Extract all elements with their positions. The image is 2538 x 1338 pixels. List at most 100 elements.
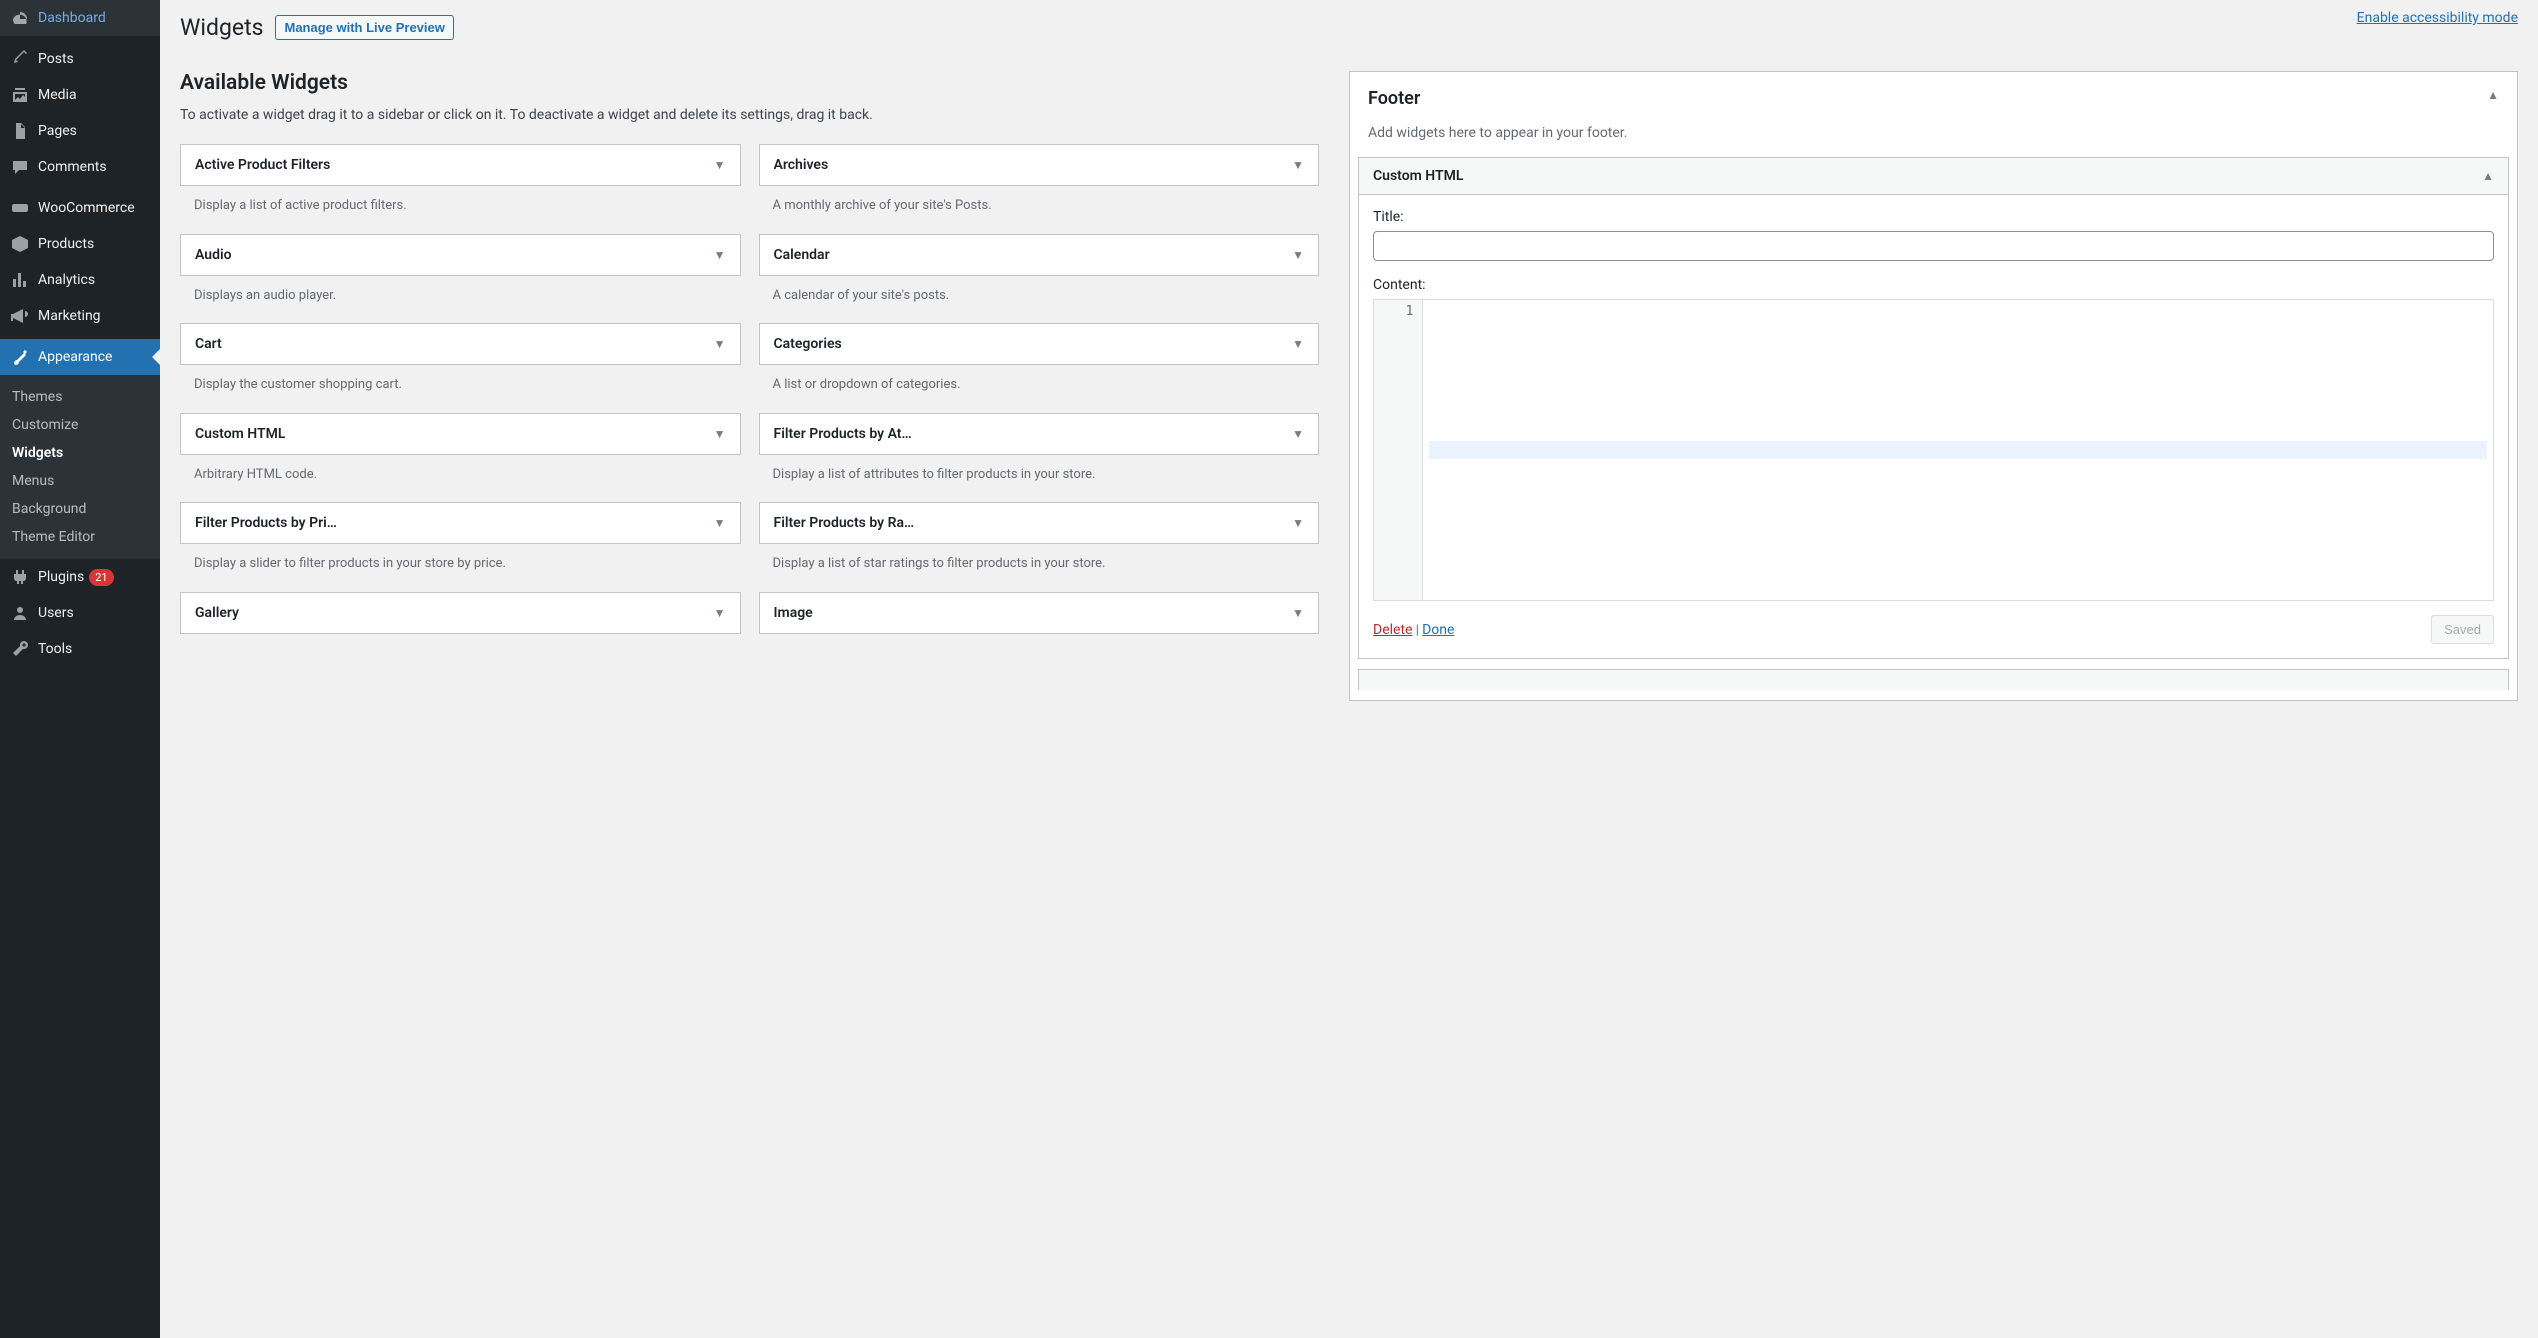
chevron-down-icon: ▼ [714,337,726,351]
available-widget: Calendar ▼ A calendar of your site's pos… [759,234,1320,306]
widget-controls: Delete | Done Saved [1373,615,2494,644]
sidebar-item-comments[interactable]: Comments [0,149,160,185]
code-gutter: 1 [1374,300,1422,600]
widget-handle[interactable]: Cart ▼ [180,323,741,365]
sidebar-item-dashboard[interactable]: Dashboard [0,0,160,36]
widget-areas-column: Footer ▲ Add widgets here to appear in y… [1349,71,2518,701]
sidebar-item-pages[interactable]: Pages [0,113,160,149]
megaphone-icon [10,306,30,326]
widget-title: Image [774,605,813,621]
available-widget: Audio ▼ Displays an audio player. [180,234,741,306]
submenu-theme-editor[interactable]: Theme Editor [0,523,160,551]
submenu-menus[interactable]: Menus [0,467,160,495]
widget-handle[interactable]: Archives ▼ [759,144,1320,186]
sidebar-item-marketing[interactable]: Marketing [0,298,160,334]
chevron-down-icon: ▼ [714,158,726,172]
widget-description: Display a slider to filter products in y… [180,544,741,574]
submenu-background[interactable]: Background [0,495,160,523]
code-content[interactable] [1422,300,2493,600]
sidebar-item-appearance[interactable]: Appearance [0,339,160,375]
widget-handle[interactable]: Custom HTML ▼ [180,413,741,455]
done-link[interactable]: Done [1422,622,1454,638]
sidebar-item-plugins[interactable]: Plugins 21 [0,559,160,595]
widget-header[interactable] [1359,670,2508,690]
widget-description: Display a list of attributes to filter p… [759,455,1320,485]
widget-handle[interactable]: Audio ▼ [180,234,741,276]
pin-icon [10,49,30,69]
chevron-down-icon: ▼ [1292,248,1304,262]
widget-description: Display the customer shopping cart. [180,365,741,395]
chevron-down-icon: ▼ [1292,606,1304,620]
plugin-icon [10,567,30,587]
widget-title: Custom HTML [195,426,285,442]
widget-description: Display a list of active product filters… [180,186,741,216]
sidebar-item-tools[interactable]: Tools [0,631,160,667]
sidebar-item-label: Posts [38,51,74,67]
sidebar-item-media[interactable]: Media [0,77,160,113]
sidebar-item-users[interactable]: Users [0,595,160,631]
title-label: Title: [1373,209,2494,225]
widget-custom-html: Custom HTML ▲ Title: Content: 1 [1358,157,2509,659]
sidebar-item-posts[interactable]: Posts [0,41,160,77]
sidebar-item-label: Media [38,87,77,103]
chevron-down-icon: ▼ [714,248,726,262]
widget-handle[interactable]: Active Product Filters ▼ [180,144,741,186]
chevron-up-icon: ▲ [2487,88,2499,102]
widget-area-header[interactable]: Footer ▲ [1350,72,2517,125]
widget-handle[interactable]: Filter Products by Pri… ▼ [180,502,741,544]
available-widget: Gallery ▼ [180,592,741,634]
available-widget: Filter Products by Ra… ▼ Display a list … [759,502,1320,574]
sidebar-item-label: Products [38,236,94,252]
widget-handle[interactable]: Calendar ▼ [759,234,1320,276]
widget-handle[interactable]: Categories ▼ [759,323,1320,365]
manage-live-preview-button[interactable]: Manage with Live Preview [275,15,453,40]
sidebar-item-label: Plugins [38,569,84,585]
pages-icon [10,121,30,141]
accessibility-mode-link[interactable]: Enable accessibility mode [2357,10,2518,26]
chevron-down-icon: ▼ [714,606,726,620]
widget-title: Cart [195,336,222,352]
widget-handle[interactable]: Gallery ▼ [180,592,741,634]
sidebar-item-woocommerce[interactable]: WooCommerce [0,190,160,226]
available-widgets-title: Available Widgets [180,71,1319,95]
page-title: Widgets [180,14,263,41]
available-widgets-desc: To activate a widget drag it to a sideba… [180,105,1319,126]
tools-icon [10,639,30,659]
widget-title: Categories [774,336,842,352]
code-editor[interactable]: 1 [1373,299,2494,601]
sidebar-item-label: Analytics [38,272,95,288]
available-widget: Custom HTML ▼ Arbitrary HTML code. [180,413,741,485]
widget-handle[interactable]: Filter Products by Ra… ▼ [759,502,1320,544]
widget-title: Custom HTML [1373,168,1463,184]
page-header: Widgets Manage with Live Preview [180,14,2518,41]
widget-description: A calendar of your site's posts. [759,276,1320,306]
sidebar-item-label: Dashboard [38,10,106,26]
woocommerce-icon [10,198,30,218]
widget-body: Title: Content: 1 [1359,195,2508,658]
chevron-up-icon: ▲ [2482,169,2494,183]
available-widgets-column: Available Widgets To activate a widget d… [180,71,1349,652]
chevron-down-icon: ▼ [1292,337,1304,351]
widget-description: A list or dropdown of categories. [759,365,1320,395]
admin-sidebar: Dashboard Posts Media Pages Comments Woo… [0,0,160,1338]
submenu-widgets[interactable]: Widgets [0,439,160,467]
comment-icon [10,157,30,177]
sidebar-item-products[interactable]: Products [0,226,160,262]
submenu-customize[interactable]: Customize [0,411,160,439]
widget-handle[interactable]: Filter Products by At… ▼ [759,413,1320,455]
widget-handle[interactable]: Image ▼ [759,592,1320,634]
sidebar-item-analytics[interactable]: Analytics [0,262,160,298]
available-widget: Cart ▼ Display the customer shopping car… [180,323,741,395]
media-icon [10,85,30,105]
delete-link[interactable]: Delete [1373,622,1412,638]
content-label: Content: [1373,277,2494,293]
line-number: 1 [1406,304,1414,319]
products-icon [10,234,30,254]
available-widget: Image ▼ [759,592,1320,634]
submenu-themes[interactable]: Themes [0,383,160,411]
widget-title: Calendar [774,247,830,263]
plugins-update-badge: 21 [89,569,113,586]
widget-header[interactable]: Custom HTML ▲ [1359,158,2508,195]
title-input[interactable] [1373,231,2494,261]
widget-area-body: Custom HTML ▲ Title: Content: 1 [1350,157,2517,700]
